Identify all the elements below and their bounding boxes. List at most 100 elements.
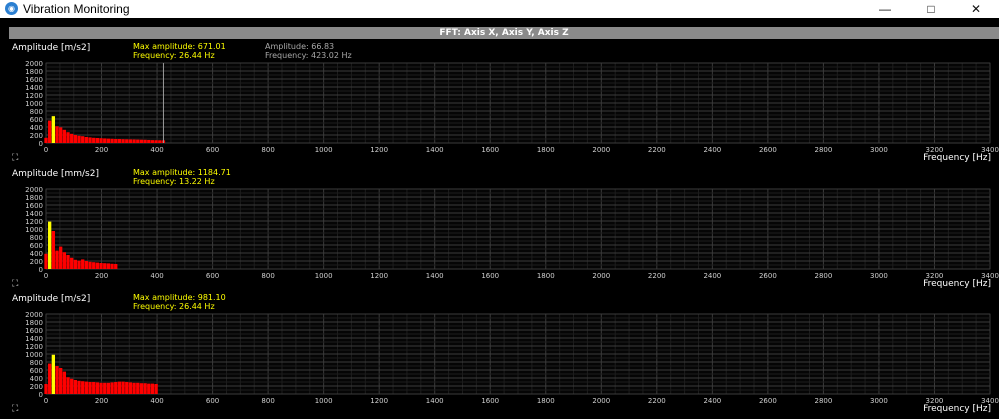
panel-xlabel: Frequency [Hz]: [923, 404, 991, 414]
fft-bar: [132, 382, 136, 394]
x-tick-label: 1000: [315, 146, 333, 154]
max-readout: Max amplitude: 981.10 Frequency: 26.44 H…: [133, 293, 226, 311]
fft-bar: [95, 262, 100, 269]
fft-bar: [99, 382, 103, 394]
fft-bar: [125, 382, 129, 394]
x-tick-label: 1000: [315, 272, 333, 280]
fft-bar: [48, 120, 52, 143]
x-tick-label: 0: [44, 272, 48, 280]
x-tick-label: 3000: [870, 272, 888, 280]
y-tick-label: 1000: [25, 226, 43, 234]
fft-bar: [103, 382, 107, 394]
fft-bar: [154, 384, 158, 394]
y-tick-label: 600: [30, 242, 43, 250]
fft-bar: [59, 246, 63, 269]
x-tick-label: 600: [206, 397, 219, 405]
y-tick-label: 400: [30, 250, 43, 258]
x-tick-label: 800: [261, 146, 274, 154]
fft-bar: [48, 363, 52, 394]
x-tick-label: 200: [95, 272, 108, 280]
fft-bar: [139, 139, 144, 143]
y-tick-label: 0: [39, 266, 43, 274]
fft-bar: [95, 138, 100, 143]
x-tick-label: 1000: [315, 397, 333, 405]
expand-icon[interactable]: ⛶: [12, 153, 18, 163]
fft-bar: [139, 383, 144, 394]
x-tick-label: 1400: [426, 146, 444, 154]
y-tick-label: 1600: [25, 327, 43, 335]
x-tick-label: 1200: [370, 397, 388, 405]
y-tick-label: 1600: [25, 202, 43, 210]
fft-bar: [44, 384, 48, 394]
fft-chart-z[interactable]: 02004006008001000120014001600180020000 20…: [0, 294, 999, 419]
fft-bar: [154, 140, 158, 143]
fft-bar: [103, 138, 107, 143]
x-tick-label: 200: [95, 397, 108, 405]
fft-bar: [92, 382, 96, 394]
fft-bar: [92, 137, 96, 143]
fft-bar: [44, 253, 48, 269]
panel-xlabel: Frequency [Hz]: [923, 153, 991, 163]
fft-bar: [62, 252, 67, 269]
fft-bar: [73, 259, 78, 269]
y-tick-label: 800: [30, 359, 43, 367]
x-tick-label: 2600: [759, 272, 777, 280]
y-tick-label: 400: [30, 375, 43, 383]
y-tick-label: 1800: [25, 194, 43, 202]
max-frequency-text: Frequency: 13.22 Hz: [133, 177, 215, 186]
maximize-button[interactable]: □: [908, 0, 954, 18]
close-button[interactable]: ✕: [953, 0, 999, 18]
y-tick-label: 600: [30, 116, 43, 124]
y-tick-label: 1400: [25, 210, 43, 218]
fft-chart-y[interactable]: 02004006008001000120014001600180020000 20…: [0, 169, 999, 294]
x-tick-label: 2000: [592, 397, 610, 405]
fft-bar: [128, 382, 133, 394]
fft-bar: [66, 255, 70, 269]
y-tick-label: 600: [30, 367, 43, 375]
minimize-button[interactable]: —: [862, 0, 908, 18]
fft-bar: [128, 139, 133, 143]
x-tick-label: 1600: [481, 146, 499, 154]
expand-icon[interactable]: ⛶: [12, 279, 18, 289]
fft-bar: [84, 261, 89, 269]
panel-ylabel: Amplitude [m/s2]: [12, 43, 91, 53]
x-tick-label: 2200: [648, 272, 666, 280]
x-tick-label: 2400: [703, 272, 721, 280]
x-tick-label: 2800: [814, 146, 832, 154]
fft-bar: [70, 257, 74, 269]
app-icon: ◉: [5, 2, 18, 15]
y-tick-label: 1200: [25, 92, 43, 100]
fft-bar: [44, 137, 48, 143]
x-tick-label: 2800: [814, 272, 832, 280]
fft-bar: [77, 135, 81, 143]
fft-bar: [70, 133, 74, 143]
y-tick-label: 1000: [25, 100, 43, 108]
fft-bar: [92, 262, 96, 269]
fft-bar: [77, 380, 81, 394]
y-tick-label: 800: [30, 234, 43, 242]
fft-chart-x[interactable]: 02004006008001000120014001600180020000 20…: [0, 43, 999, 168]
fft-bar: [117, 381, 122, 394]
fft-bar: [132, 139, 136, 143]
x-tick-label: 0: [44, 397, 48, 405]
fft-bar: [106, 263, 111, 269]
fft-bar: [62, 371, 67, 394]
y-tick-label: 2000: [25, 186, 43, 194]
fft-bar: [110, 382, 114, 394]
x-tick-label: 800: [261, 272, 274, 280]
x-tick-label: 2400: [703, 146, 721, 154]
fft-bar: [88, 137, 92, 143]
y-tick-label: 200: [30, 383, 43, 391]
fft-panel-z: 0 200 400 600 800 1000 1200 1400 1600 1800 2000 0 20…: [0, 293, 999, 419]
y-tick-label: 2000: [25, 60, 43, 68]
fft-panel-y: 0 200 400 600 800 1000 1200 1400 1600 1800 2000 0 20…: [0, 168, 999, 294]
y-tick-label: 1200: [25, 343, 43, 351]
fft-bar: [150, 140, 155, 143]
fft-bar: [114, 139, 118, 143]
fft-bar: [59, 127, 63, 143]
fft-bar: [99, 138, 103, 143]
fft-bar: [59, 368, 63, 394]
expand-icon[interactable]: ⛶: [12, 404, 18, 414]
x-tick-label: 1800: [537, 397, 555, 405]
panel-ylabel: Amplitude [mm/s2]: [12, 169, 99, 179]
